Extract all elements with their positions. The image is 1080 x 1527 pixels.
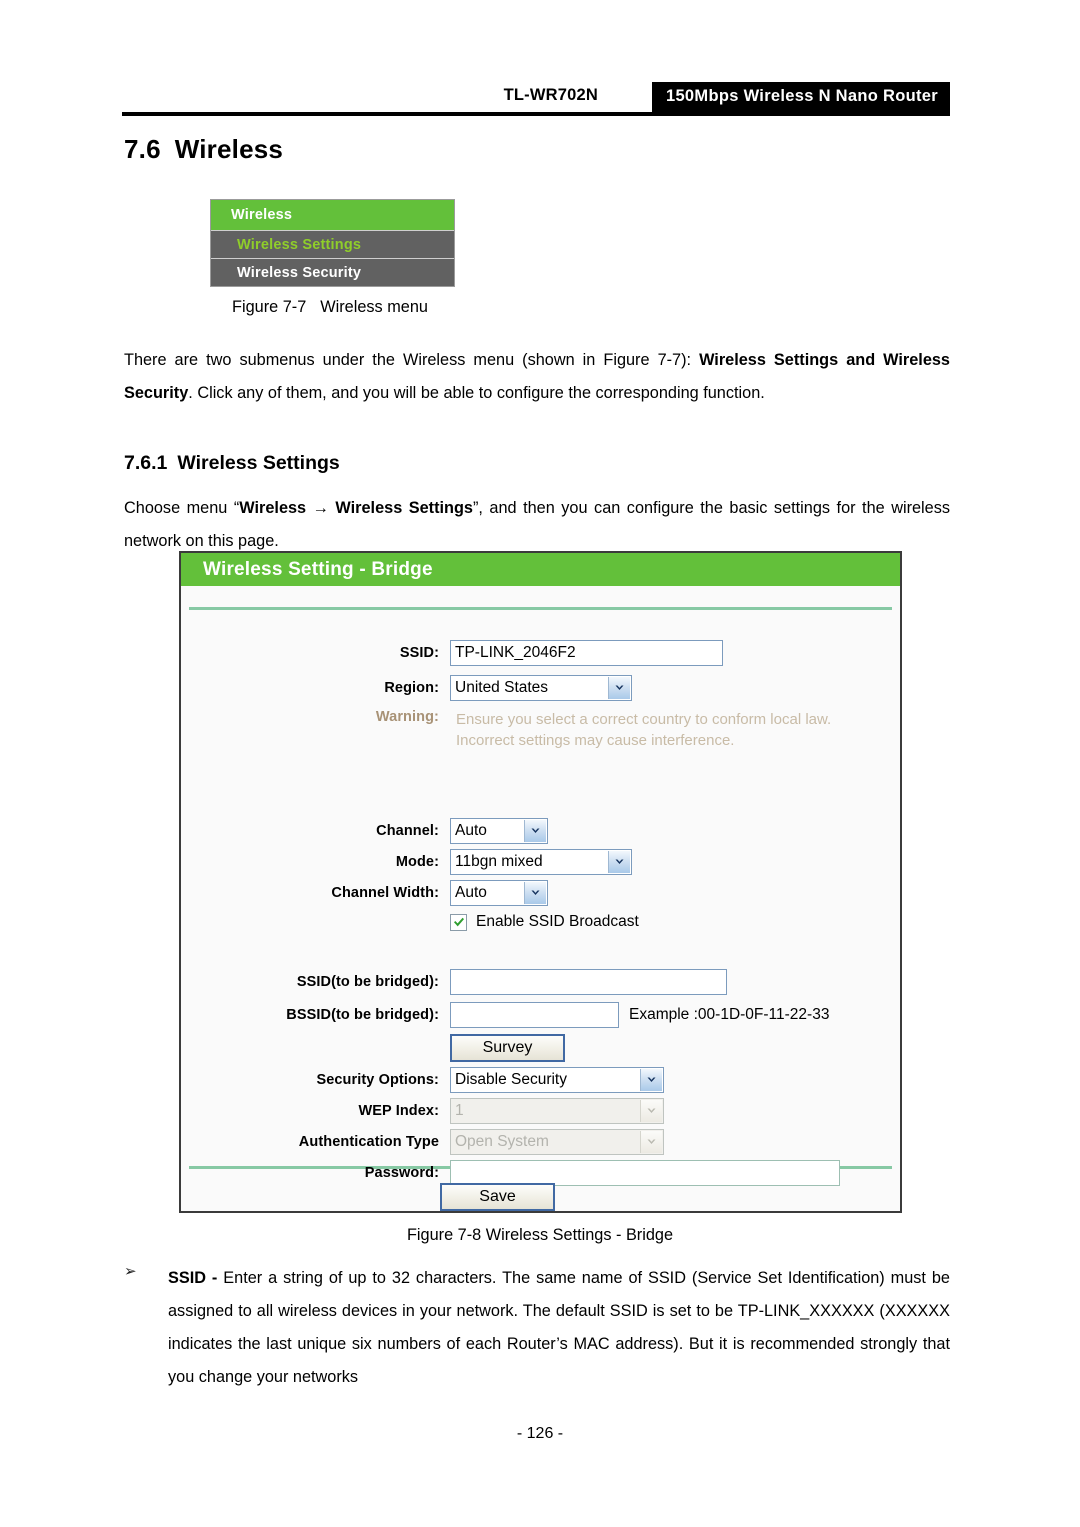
ssid-bullet-term: SSID - (168, 1269, 224, 1287)
bullet-arrow-icon: ➢ (124, 1263, 137, 1280)
ssid-bullet-text: SSID - Enter a string of up to 32 charac… (168, 1262, 950, 1394)
channel-select[interactable]: Auto (450, 818, 548, 844)
row-security-options: Security Options: Disable Security (181, 1067, 900, 1093)
warning-line-1: Ensure you select a correct country to c… (456, 711, 832, 728)
wep-index-select-value: 1 (455, 1102, 464, 1119)
mode-select[interactable]: 11bgn mixed (450, 849, 632, 875)
authentication-type-select-value: Open System (455, 1133, 549, 1150)
row-survey: Survey (450, 1034, 565, 1062)
row-warning: Warning: Ensure you select a correct cou… (181, 709, 900, 751)
section-number: 7.6 (124, 134, 161, 164)
figure-7-7-title: Wireless menu (320, 298, 428, 316)
wireless-menu-figure: Wireless Wireless Settings Wireless Secu… (210, 199, 455, 287)
ssid-bridged-input[interactable] (450, 969, 727, 995)
save-zone: Save (181, 1169, 900, 1218)
channel-select-value: Auto (455, 822, 487, 839)
section-title-text: Wireless (174, 134, 284, 164)
row-wep-index: WEP Index: 1 (181, 1098, 900, 1124)
choose-bold-wireless: Wireless (239, 499, 307, 517)
menu-header-wireless[interactable]: Wireless (211, 200, 454, 230)
row-bssid-bridged: BSSID(to be bridged): Example :00-1D-0F-… (181, 1002, 900, 1028)
channel-width-select-value: Auto (455, 884, 487, 901)
security-options-select-value: Disable Security (455, 1071, 567, 1088)
chevron-down-icon[interactable] (640, 1069, 662, 1091)
row-channel-width: Channel Width: Auto (181, 880, 900, 906)
authentication-type-label: Authentication Type (298, 1134, 439, 1150)
menu-arrow-glyph: → (312, 499, 329, 517)
channel-label: Channel: (376, 823, 439, 839)
chevron-down-icon (640, 1100, 662, 1122)
router-config-panel: Wireless Setting - Bridge SSID: TP-LINK_… (179, 551, 902, 1213)
region-label: Region: (384, 680, 439, 696)
intro-text-part-1: There are two submenus under the Wireles… (124, 351, 700, 369)
mode-label: Mode: (395, 854, 439, 870)
header-divider-rule (122, 112, 950, 116)
row-region: Region: United States (181, 675, 900, 701)
page-header: TL-WR702N 150Mbps Wireless N Nano Router (122, 82, 950, 112)
choose-text-part-1: Choose menu “ (124, 499, 240, 517)
checkmark-icon (453, 917, 464, 926)
row-ssid-bridged: SSID(to be bridged): (181, 969, 900, 995)
warning-line-2: Incorrect settings may cause interferenc… (456, 732, 735, 749)
intro-paragraph: There are two submenus under the Wireles… (124, 344, 950, 410)
security-options-select[interactable]: Disable Security (450, 1067, 664, 1093)
bssid-bridged-label: BSSID(to be bridged): (286, 1007, 439, 1023)
chevron-down-icon[interactable] (608, 851, 630, 873)
page-footer: - 126 - (516, 1425, 564, 1442)
ssid-bullet-item: ➢ SSID - Enter a string of up to 32 char… (124, 1262, 950, 1394)
figure-7-8-caption: Figure 7-8 Wireless Settings - Bridge (406, 1226, 674, 1244)
panel-title-bar: Wireless Setting - Bridge (181, 553, 900, 586)
subsection-number: 7.6.1 (124, 452, 168, 474)
subsection-title-text: Wireless Settings (177, 452, 340, 474)
ssid-input[interactable]: TP-LINK_2046F2 (450, 640, 723, 666)
panel-body: SSID: TP-LINK_2046F2 Region: United Stat… (181, 610, 900, 1186)
row-channel: Channel: Auto (181, 818, 900, 844)
chevron-down-icon[interactable] (524, 882, 546, 904)
row-ssid: SSID: TP-LINK_2046F2 (181, 640, 900, 666)
ssid-bullet-body: Enter a string of up to 32 characters. T… (168, 1269, 950, 1386)
ssid-broadcast-row[interactable]: Enable SSID Broadcast (450, 913, 639, 931)
save-button[interactable]: Save (440, 1183, 555, 1211)
figure-7-7-label: Figure 7-7 (232, 298, 307, 316)
security-options-label: Security Options: (316, 1072, 439, 1088)
chevron-down-icon[interactable] (608, 677, 630, 699)
intro-text-part-2: . Click any of them, and you will be abl… (188, 384, 765, 402)
channel-width-label: Channel Width: (331, 885, 439, 901)
subsection-title: 7.6.1 Wireless Settings (124, 452, 340, 475)
wep-index-label: WEP Index: (358, 1103, 439, 1119)
region-select[interactable]: United States (450, 675, 632, 701)
warning-label: Warning: (375, 709, 439, 725)
product-name-banner: 150Mbps Wireless N Nano Router (651, 82, 950, 112)
chevron-down-icon (640, 1131, 662, 1153)
authentication-type-select: Open System (450, 1129, 664, 1155)
survey-button[interactable]: Survey (450, 1034, 565, 1062)
chevron-down-icon[interactable] (524, 820, 546, 842)
region-select-value: United States (455, 679, 549, 696)
choose-menu-paragraph: Choose menu “Wireless → Wireless Setting… (124, 492, 950, 558)
enable-ssid-broadcast-label: Enable SSID Broadcast (476, 913, 639, 930)
router-model-label: TL-WR702N (503, 86, 598, 104)
bssid-bridged-input[interactable] (450, 1002, 619, 1028)
ssid-label: SSID: (399, 645, 439, 661)
row-authentication-type: Authentication Type Open System (181, 1129, 900, 1155)
mode-select-value: 11bgn mixed (455, 853, 543, 870)
sidebar-item-wireless-settings[interactable]: Wireless Settings (211, 230, 454, 258)
figure-7-7-caption: Figure 7-7 Wireless menu (0, 298, 660, 317)
choose-bold-wireless-settings: Wireless Settings (335, 499, 473, 517)
bssid-example-hint: Example :00-1D-0F-11-22-33 (629, 1006, 830, 1023)
wep-index-select: 1 (450, 1098, 664, 1124)
sidebar-item-wireless-security[interactable]: Wireless Security (211, 258, 454, 286)
ssid-bridged-label: SSID(to be bridged): (296, 974, 439, 990)
row-mode: Mode: 11bgn mixed (181, 849, 900, 875)
panel-title-spacer (181, 586, 900, 607)
channel-width-select[interactable]: Auto (450, 880, 548, 906)
page-title: 7.6 Wireless (124, 134, 283, 165)
enable-ssid-broadcast-checkbox[interactable] (450, 913, 467, 931)
